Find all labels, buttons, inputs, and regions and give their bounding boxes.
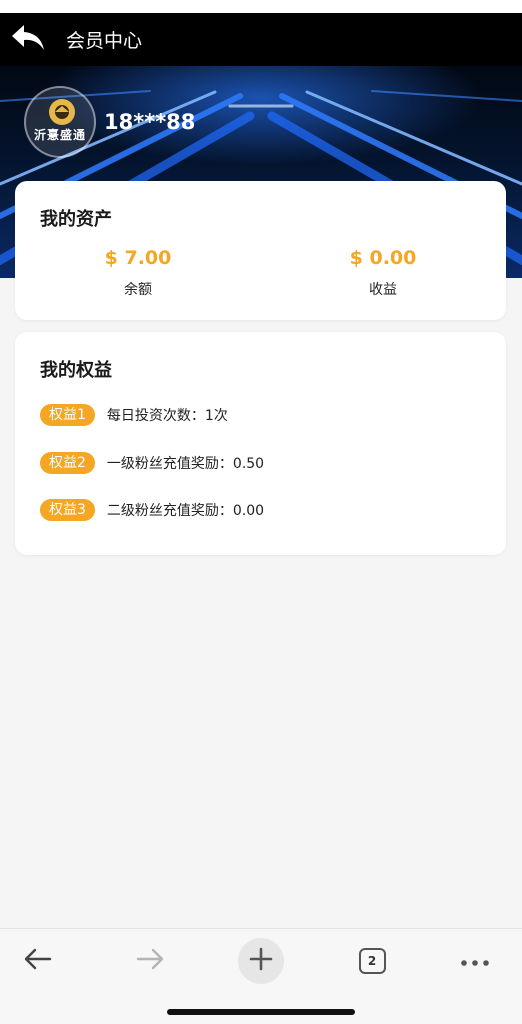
status-bar [0, 0, 522, 13]
benefit-text: 一级粉丝充值奖励：0.50 [106, 456, 265, 472]
back-button[interactable] [0, 13, 56, 66]
browser-toolbar: 2 [0, 928, 522, 1024]
back-arrow-icon [10, 23, 46, 57]
assets-card: 我的资产 $ 7.00 余额 $ 0.00 收益 [15, 181, 506, 320]
balance-value: $ 7.00 [104, 247, 172, 269]
assets-title: 我的资产 [40, 209, 112, 230]
username: 18***88 [104, 110, 196, 134]
member-center-page: 会员中心 沂憙盛通 18***88 我的资产 $ 7.00 余额 $ 0.00 … [0, 0, 522, 1024]
benefit-row: 权益3 二级粉丝充值奖励：0.00 [40, 499, 264, 521]
earnings-value: $ 0.00 [349, 247, 417, 269]
benefit-badge: 权益1 [40, 404, 95, 426]
benefit-badge: 权益3 [40, 499, 95, 521]
benefits-card: 我的权益 权益1 每日投资次数：1次 权益2 一级粉丝充值奖励：0.50 权益3… [15, 332, 506, 555]
tabs-button[interactable]: 2 [348, 937, 396, 985]
benefit-text: 二级粉丝充值奖励：0.00 [106, 503, 265, 519]
benefit-text: 每日投资次数：1次 [106, 408, 228, 424]
browser-back-icon [23, 947, 53, 975]
browser-forward-icon [135, 947, 165, 975]
benefit-row: 权益2 一级粉丝充值奖励：0.50 [40, 452, 264, 474]
balance-block[interactable]: $ 7.00 余额 [38, 247, 238, 299]
top-nav-bar: 会员中心 [0, 13, 522, 66]
benefit-badge: 权益2 [40, 452, 95, 474]
page-title: 会员中心 [66, 30, 143, 52]
benefits-title: 我的权益 [40, 360, 112, 381]
browser-forward-button[interactable] [126, 937, 174, 985]
more-icon [460, 952, 490, 971]
avatar-logo-text: 沂憙盛通 [33, 128, 86, 142]
home-indicator [167, 1009, 355, 1015]
new-tab-icon [249, 947, 273, 975]
browser-back-button[interactable] [14, 937, 62, 985]
tab-count: 2 [367, 954, 377, 968]
tabs-icon: 2 [358, 948, 386, 974]
new-tab-button[interactable] [237, 937, 285, 985]
earnings-block[interactable]: $ 0.00 收益 [283, 247, 483, 299]
earnings-label: 收益 [369, 282, 397, 298]
avatar[interactable]: 沂憙盛通 [24, 86, 96, 158]
benefit-row: 权益1 每日投资次数：1次 [40, 404, 228, 426]
balance-label: 余额 [124, 282, 152, 298]
company-logo-icon [49, 99, 75, 125]
profile-summary: 沂憙盛通 18***88 [24, 86, 195, 158]
more-button[interactable] [451, 937, 499, 985]
new-tab-circle [238, 938, 284, 984]
